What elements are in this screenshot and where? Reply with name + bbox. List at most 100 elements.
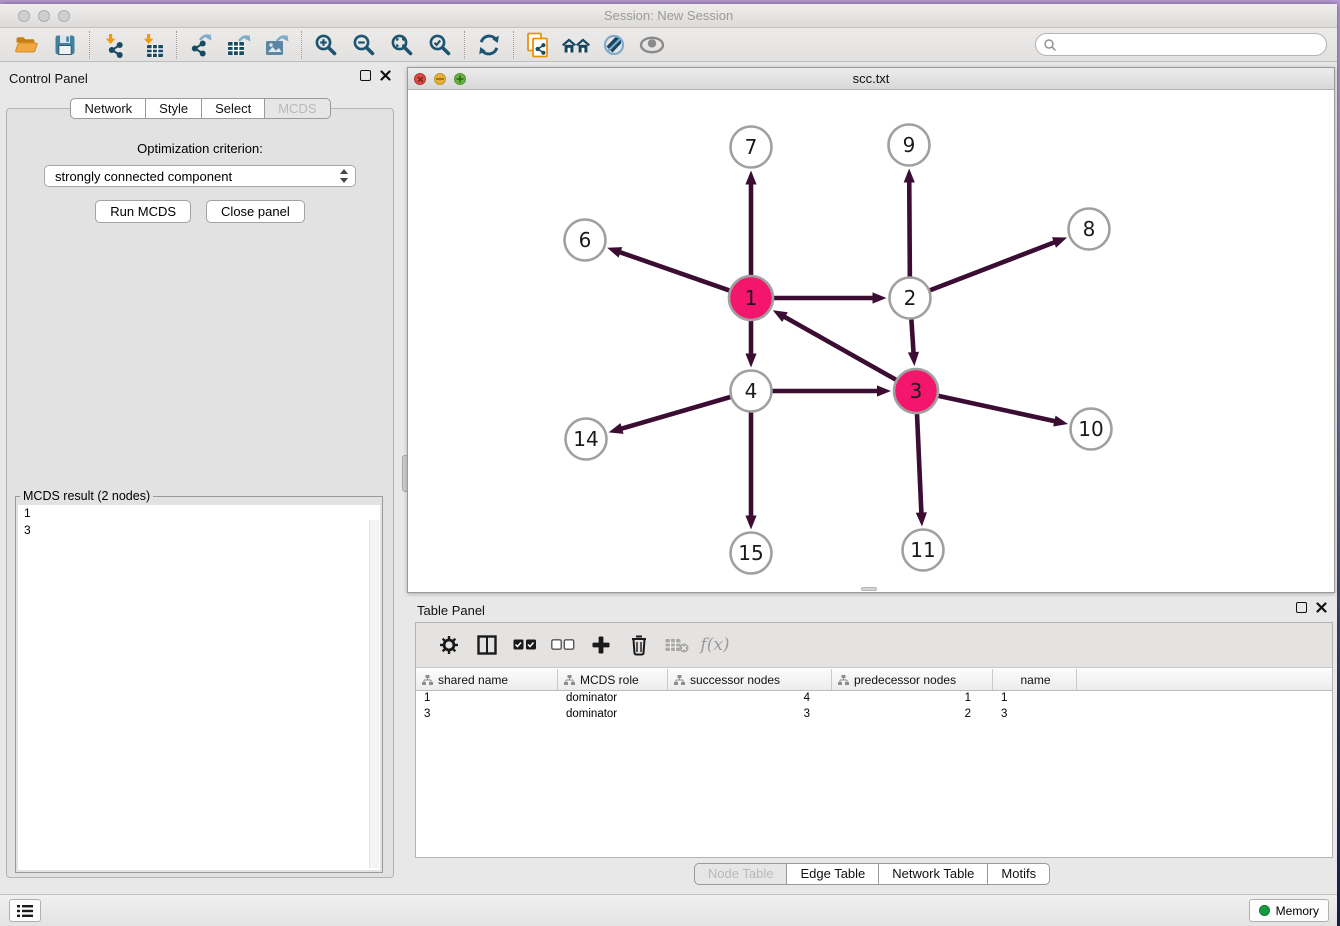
graph-edge-3-10[interactable] — [938, 396, 1056, 422]
tab-network-table[interactable]: Network Table — [878, 863, 988, 885]
graph-node-4[interactable]: 4 — [731, 371, 772, 412]
close-table-panel-icon[interactable] — [1316, 602, 1327, 613]
result-item[interactable]: 3 — [18, 522, 380, 539]
table-cell[interactable]: 1 — [832, 691, 993, 707]
add-column-button[interactable] — [582, 627, 620, 663]
refresh-layout-button[interactable] — [470, 29, 508, 61]
deselect-all-button[interactable] — [544, 627, 582, 663]
table-panel: Table Panel — [407, 597, 1337, 894]
tab-edge-table[interactable]: Edge Table — [786, 863, 879, 885]
table-settings-button[interactable] — [430, 627, 468, 663]
new-network-from-selection-button[interactable] — [519, 29, 557, 61]
graph-edge-2-3[interactable] — [911, 319, 913, 354]
import-table-button[interactable] — [133, 29, 171, 61]
graph-node-15[interactable]: 15 — [731, 533, 772, 574]
graph-edge-3-1[interactable] — [783, 316, 896, 380]
graph-node-7[interactable]: 7 — [731, 127, 772, 168]
select-all-button[interactable] — [506, 627, 544, 663]
float-panel-icon[interactable] — [360, 70, 371, 81]
graph-edge-2-8[interactable] — [930, 242, 1056, 290]
edge-arrowhead — [745, 516, 756, 530]
network-canvas[interactable]: 7 9 6 8 1 2 4 3 14 10 15 11 — [408, 90, 1334, 592]
graph-node-1[interactable]: 1 — [729, 276, 773, 320]
tab-style[interactable]: Style — [145, 98, 202, 119]
open-session-button[interactable] — [8, 29, 46, 61]
graph-node-3[interactable]: 3 — [894, 369, 938, 413]
export-image-icon — [263, 32, 291, 58]
graph-node-8[interactable]: 8 — [1069, 209, 1110, 250]
graph-edge-1-6[interactable] — [619, 252, 730, 291]
zoom-out-button[interactable] — [345, 29, 383, 61]
tab-mcds[interactable]: MCDS — [264, 98, 330, 119]
graph-edge-4-14[interactable] — [620, 397, 730, 429]
hide-selected-button[interactable] — [595, 29, 633, 61]
float-table-panel-icon[interactable] — [1296, 602, 1307, 613]
show-graphics-details-button[interactable] — [633, 29, 671, 61]
export-image-button[interactable] — [258, 29, 296, 61]
titlebar: Session: New Session — [0, 4, 1337, 28]
optimization-criterion-dropdown[interactable]: strongly connected component — [44, 165, 356, 187]
show-task-history-button[interactable] — [9, 899, 41, 922]
export-network-button[interactable] — [182, 29, 220, 61]
graph-node-10[interactable]: 10 — [1071, 409, 1112, 450]
close-panel-button[interactable]: Close panel — [206, 200, 305, 223]
show-column-button[interactable] — [468, 627, 506, 663]
column-header-mcds-role[interactable]: MCDS role — [558, 669, 668, 690]
main-toolbar — [0, 28, 1337, 62]
table-cell[interactable]: 4 — [668, 691, 832, 707]
delete-table-button[interactable] — [658, 627, 696, 663]
column-header-name[interactable]: name — [993, 669, 1077, 690]
tab-network[interactable]: Network — [70, 98, 146, 119]
table-cell[interactable]: 2 — [832, 707, 993, 723]
table-cell[interactable]: 3 — [668, 707, 832, 723]
graph-node-14[interactable]: 14 — [566, 419, 607, 460]
network-resize-handle[interactable] — [861, 587, 877, 591]
result-item[interactable]: 1 — [18, 505, 380, 522]
network-window-title: scc.txt — [408, 71, 1334, 86]
table-cell[interactable]: 3 — [993, 707, 1077, 723]
export-table-button[interactable] — [220, 29, 258, 61]
memory-button[interactable]: Memory — [1249, 899, 1329, 922]
table-cell[interactable]: 3 — [416, 707, 558, 723]
show-graphics-details-eye-icon — [637, 33, 667, 57]
tab-motifs[interactable]: Motifs — [987, 863, 1050, 885]
sort-hierarchy-icon — [564, 675, 575, 685]
dropdown-selected-value: strongly connected component — [55, 169, 339, 184]
first-neighbors-button[interactable] — [557, 29, 595, 61]
search-field[interactable] — [1035, 33, 1327, 56]
run-mcds-button[interactable]: Run MCDS — [95, 200, 191, 223]
table-row[interactable]: 1dominator411 — [416, 691, 1332, 707]
column-header-shared-name[interactable]: shared name — [416, 669, 558, 690]
import-network-button[interactable] — [95, 29, 133, 61]
zoom-fit-icon — [389, 32, 415, 58]
graph-edge-3-11[interactable] — [917, 414, 921, 515]
svg-text:2: 2 — [904, 286, 917, 310]
table-cell[interactable]: dominator — [558, 707, 668, 723]
search-input[interactable] — [1057, 38, 1326, 52]
graph-node-6[interactable]: 6 — [565, 220, 606, 261]
delete-column-button[interactable] — [620, 627, 658, 663]
zoom-in-button[interactable] — [307, 29, 345, 61]
table-panel-title: Table Panel — [417, 603, 485, 618]
tab-node-table[interactable]: Node Table — [694, 863, 788, 885]
table-row[interactable]: 3dominator323 — [416, 707, 1332, 723]
zoom-fit-button[interactable] — [383, 29, 421, 61]
graph-node-11[interactable]: 11 — [903, 530, 944, 571]
graph-node-9[interactable]: 9 — [889, 125, 930, 166]
table-cell[interactable]: 1 — [993, 691, 1077, 707]
graph-node-2[interactable]: 2 — [890, 278, 931, 319]
graph-edge-2-9[interactable] — [909, 180, 910, 276]
svg-text:6: 6 — [579, 228, 592, 252]
table-cell[interactable]: dominator — [558, 691, 668, 707]
table-cell[interactable]: 1 — [416, 691, 558, 707]
column-header-successor-nodes[interactable]: successor nodes — [668, 669, 832, 690]
status-bar: Memory — [0, 894, 1337, 926]
result-scrollbar[interactable] — [369, 520, 379, 868]
columns-icon — [477, 635, 497, 655]
apply-function-button[interactable]: f(x) — [696, 627, 734, 663]
save-session-button[interactable] — [46, 29, 84, 61]
tab-select[interactable]: Select — [201, 98, 265, 119]
column-header-predecessor-nodes[interactable]: predecessor nodes — [832, 669, 993, 690]
close-panel-icon[interactable] — [380, 70, 391, 81]
zoom-selected-button[interactable] — [421, 29, 459, 61]
